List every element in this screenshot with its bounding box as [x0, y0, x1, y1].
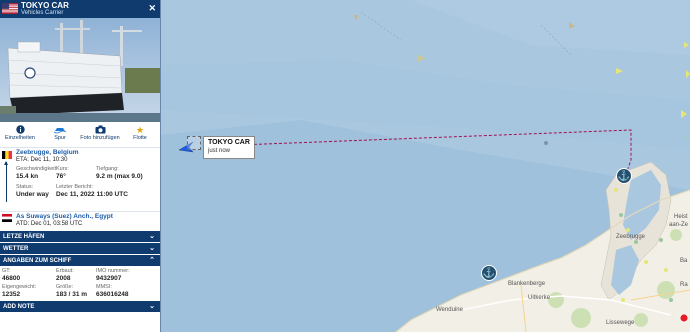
- vessel-panel: TOKYO CAR Vehicles Carrier ✕ Einzelheite…: [0, 0, 161, 332]
- course-field: Kurs: 76°: [56, 166, 69, 180]
- departure-port[interactable]: As Suways (Suez) Anch., Egypt: [16, 213, 113, 220]
- draught-field: Tiefgang: 9.2 m (max 9.0): [96, 166, 143, 180]
- place-label: Uitkerke: [528, 295, 551, 301]
- action-track[interactable]: Spur: [40, 124, 80, 147]
- flag-icon: [2, 3, 18, 14]
- info-icon: [0, 125, 40, 135]
- built-field: Erbaut: 2008: [56, 268, 74, 282]
- tooltip-time: just now: [208, 148, 231, 154]
- departure-atd: ATD: Dec 01, 03:58 UTC: [16, 221, 83, 227]
- mmsi-field: MMSI: 636016248: [96, 284, 129, 298]
- action-label: Foto hinzufügen: [80, 135, 120, 141]
- track-icon: [40, 125, 80, 135]
- action-label: Einzelheiten: [5, 135, 35, 141]
- action-add-photo[interactable]: Foto hinzufügen: [80, 124, 120, 147]
- place-label: Heist: [674, 214, 688, 220]
- place-label: Lissewege: [606, 320, 635, 326]
- section-add-note[interactable]: ADD NOTE ⌄: [0, 300, 160, 312]
- action-bar: Einzelheiten Spur Foto hinzufügen ★ Flot…: [0, 124, 160, 148]
- section-ship-details[interactable]: ANGABEN ZUM SCHIFF ⌃: [0, 254, 160, 266]
- ship-marker[interactable]: [686, 70, 690, 78]
- selected-vessel-marker[interactable]: [187, 136, 201, 150]
- vessel-type: Vehicles Carrier: [21, 10, 64, 16]
- anchor-icon[interactable]: ⚓: [481, 265, 497, 281]
- place-label: Zeebrugge: [616, 234, 646, 240]
- ship-marker[interactable]: [616, 68, 623, 74]
- destination-block: Zeebrugge, Belgium ETA: Dec 11, 10:30 Ge…: [0, 148, 160, 212]
- route-line: [4, 161, 8, 202]
- size-field: Größe: 183 / 31 m: [56, 284, 88, 298]
- place-label: Ra: [680, 282, 688, 288]
- anchor-icon[interactable]: ⚓: [616, 168, 632, 184]
- place-label: Blankenberge: [508, 281, 546, 287]
- place-label: Ba: [680, 258, 688, 264]
- belgium-flag-icon: [2, 151, 12, 159]
- place-label: aan-Ze: [669, 222, 689, 228]
- egypt-flag-icon: [2, 214, 12, 222]
- vessel-name: TOKYO CAR: [21, 1, 69, 10]
- dwt-field: Eigengewicht: 12352: [2, 284, 37, 298]
- imo-field: IMO nummer: 9432907: [96, 268, 130, 282]
- action-label: Flotte: [133, 135, 147, 141]
- last-report-field: Letzter Bericht: Dec 11, 2022 11:00 UTC: [56, 184, 128, 198]
- vessel-photo[interactable]: [0, 18, 160, 122]
- close-icon[interactable]: ✕: [148, 3, 156, 14]
- vessel-header: TOKYO CAR Vehicles Carrier ✕: [0, 0, 160, 18]
- speed-field: Geschwindigkeit 15.4 kn: [16, 166, 57, 180]
- departure-block: As Suways (Suez) Anch., Egypt ATD: Dec 0…: [0, 212, 160, 230]
- destination-eta: ETA: Dec 11, 10:30: [16, 157, 68, 163]
- map-canvas: [161, 0, 690, 332]
- star-icon: ★: [135, 125, 145, 135]
- action-fleet[interactable]: ★ Flotte: [120, 124, 160, 147]
- gt-field: GT: 46800: [2, 268, 21, 282]
- ship-details: GT: 46800 Erbaut: 2008 IMO nummer: 9432907 …: [0, 266, 160, 300]
- status-field: Status: Under way: [16, 184, 49, 198]
- vessel-tooltip[interactable]: TOKYO CAR just now: [203, 136, 255, 159]
- map-view[interactable]: TOKYO CAR just now ⚓ ⚓ Zeebrugge Blanken…: [161, 0, 690, 332]
- destination-port[interactable]: Zeebrugge, Belgium: [16, 149, 78, 156]
- place-label: Wenduine: [436, 307, 463, 313]
- section-last-ports[interactable]: LETZE HÄFEN ⌄: [0, 230, 160, 242]
- camera-icon: [80, 125, 120, 135]
- tooltip-vessel-name: TOKYO CAR: [208, 139, 250, 146]
- action-details[interactable]: Einzelheiten: [0, 124, 40, 147]
- action-label: Spur: [54, 135, 66, 141]
- ship-marker[interactable]: [418, 55, 426, 62]
- ship-marker[interactable]: [354, 15, 358, 21]
- section-weather[interactable]: WETTER ⌄: [0, 242, 160, 254]
- chevron-down-icon: ⌄: [149, 303, 155, 310]
